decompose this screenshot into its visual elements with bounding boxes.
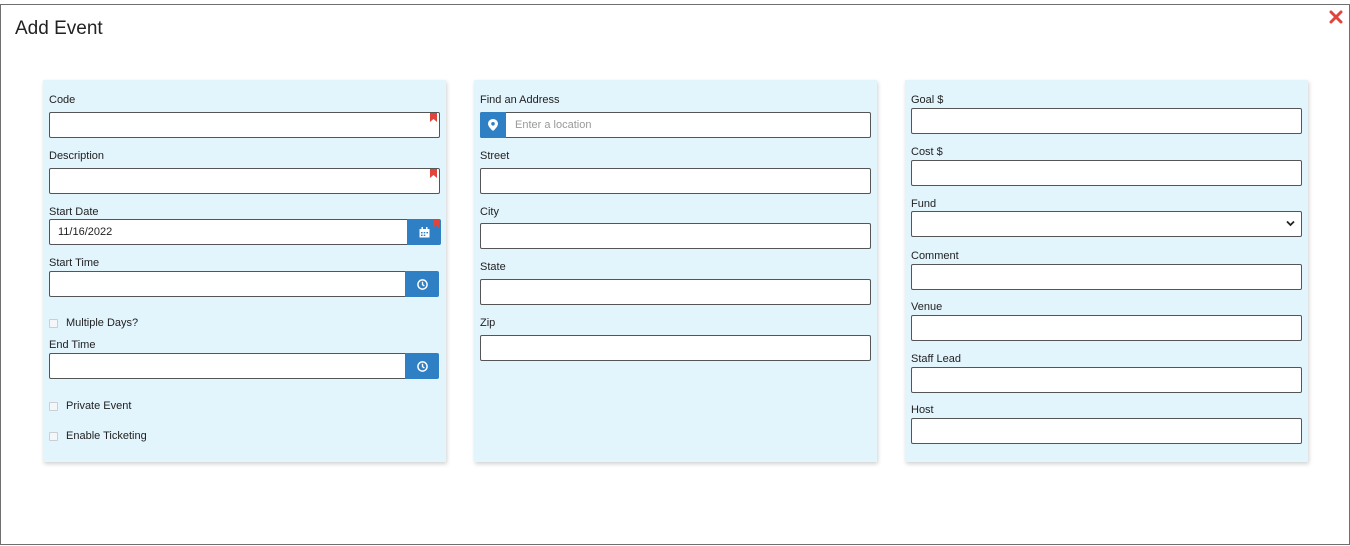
add-event-dialog: Add Event Code Description Start Date 11… [0,4,1350,545]
required-flag-icon [430,113,437,122]
city-label: City [480,206,499,218]
cost-label: Cost $ [911,146,943,158]
staff-lead-input[interactable] [911,367,1302,393]
end-time-label: End Time [49,339,96,351]
start-date-input[interactable]: 11/16/2022 [49,219,408,245]
state-input[interactable] [480,279,871,305]
goal-label: Goal $ [911,94,944,106]
event-details-panel: Code Description Start Date 11/16/2022 S… [43,80,446,462]
goal-input[interactable] [911,108,1302,134]
find-address-input[interactable]: Enter a location [480,112,871,138]
description-input[interactable] [49,168,440,194]
comment-label: Comment [911,250,959,262]
multiple-days-checkbox[interactable] [49,318,58,328]
fund-select[interactable] [911,211,1302,237]
state-label: State [480,261,506,273]
dialog-title: Add Event [15,18,103,39]
map-pin-icon [488,119,498,131]
description-label: Description [49,150,105,162]
clock-icon [416,278,428,290]
venue-label: Venue [911,301,943,313]
calendar-icon [419,226,429,237]
close-button[interactable] [1326,7,1346,27]
zip-label: Zip [480,317,496,329]
city-input[interactable] [480,223,871,249]
financial-panel: Goal $ Cost $ Fund Comment Venue Staff L… [905,80,1308,462]
enable-ticketing-label: Enable Ticketing [66,430,147,442]
multiple-days-label: Multiple Days? [66,317,139,329]
required-flag-icon [433,220,439,228]
address-panel: Find an Address Enter a location Street … [474,80,877,462]
clock-icon [416,360,428,372]
date-picker-button[interactable] [407,219,441,245]
code-input[interactable] [49,112,440,138]
fund-label: Fund [911,198,937,210]
end-time-input[interactable] [49,353,407,379]
host-label: Host [911,404,934,416]
private-event-row: Private Event [49,400,131,412]
host-input[interactable] [911,418,1302,444]
required-flag-icon [430,169,437,178]
find-address-placeholder: Enter a location [515,119,592,131]
private-event-label: Private Event [66,400,132,412]
chevron-down-icon [1286,220,1295,227]
street-input[interactable] [480,168,871,194]
multiple-days-row: Multiple Days? [49,317,138,329]
close-icon[interactable] [1329,10,1343,24]
location-pin-button[interactable] [480,112,506,138]
enable-ticketing-checkbox[interactable] [49,431,58,441]
code-label: Code [49,94,76,106]
comment-input[interactable] [911,264,1302,290]
start-date-value: 11/16/2022 [58,226,113,238]
start-date-label: Start Date [49,206,99,218]
find-address-label: Find an Address [480,94,560,106]
enable-ticketing-row: Enable Ticketing [49,430,147,442]
end-time-picker-button[interactable] [405,353,439,379]
venue-input[interactable] [911,315,1302,341]
cost-input[interactable] [911,160,1302,186]
private-event-checkbox[interactable] [49,401,58,411]
start-time-input[interactable] [49,271,407,297]
street-label: Street [480,150,510,162]
start-time-picker-button[interactable] [405,271,439,297]
zip-input[interactable] [480,335,871,361]
staff-lead-label: Staff Lead [911,353,961,365]
start-time-label: Start Time [49,257,100,269]
